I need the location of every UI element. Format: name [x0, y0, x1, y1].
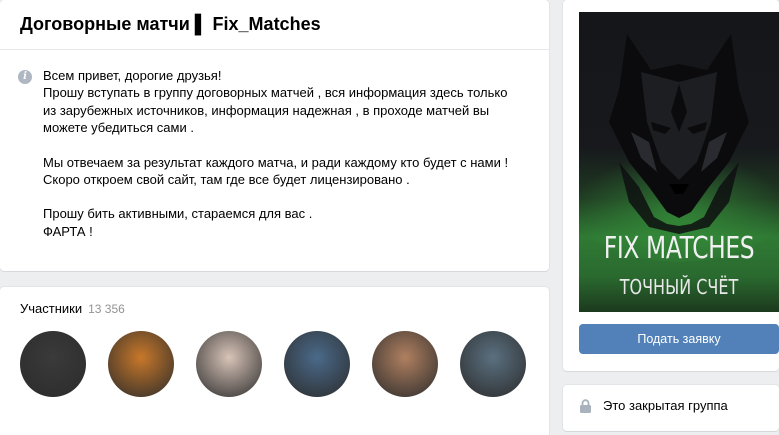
description-line: Скоро откроем свой сайт, там где все буд…	[43, 172, 410, 188]
closed-group-label: Это закрытая группа	[603, 398, 728, 413]
closed-group-info: Это закрытая группа	[579, 398, 728, 413]
avatar[interactable]	[108, 331, 174, 397]
cover-title: FIX MATCHES	[603, 231, 755, 266]
description-line: Прошу бить активными, стараемся для вас …	[43, 206, 313, 222]
members-header[interactable]: Участники 13 356	[0, 287, 549, 316]
description-line: из зарубежных источников, информация над…	[43, 102, 490, 118]
description-line: Прошу вступать в группу договорных матче…	[43, 85, 508, 101]
avatar[interactable]	[372, 331, 438, 397]
members-count: 13 356	[88, 302, 125, 316]
members-card: Участники 13 356	[0, 287, 549, 435]
avatar[interactable]	[20, 331, 86, 397]
group-cover-image[interactable]: FIX MATCHES ТОЧНЫЙ СЧЁТ	[579, 12, 779, 312]
avatar[interactable]	[460, 331, 526, 397]
avatar[interactable]	[284, 331, 350, 397]
description-line: можете убедиться сами .	[43, 120, 194, 136]
members-title[interactable]: Участники	[20, 301, 82, 316]
description-line: Всем привет, дорогие друзья!	[43, 68, 222, 83]
lock-icon	[580, 398, 591, 413]
cover-subtitle: ТОЧНЫЙ СЧЁТ	[619, 275, 739, 299]
group-description: i Всем привет, дорогие друзья! Прошу вст…	[0, 50, 549, 240]
info-icon: i	[18, 70, 32, 84]
join-request-button[interactable]: Подать заявку	[579, 324, 779, 354]
avatar[interactable]	[196, 331, 262, 397]
page-title: Договорные матчи ▌ Fix_Matches	[20, 14, 321, 34]
description-line: Мы отвечаем за результат каждого матча, …	[43, 154, 509, 170]
closed-group-card: Это закрытая группа	[563, 385, 779, 431]
group-cover-card: FIX MATCHES ТОЧНЫЙ СЧЁТ Подать заявку	[563, 0, 779, 371]
description-line: ФАРТА !	[43, 223, 93, 239]
members-avatars	[20, 331, 526, 397]
group-info-card: Договорные матчи ▌ Fix_Matches i Всем пр…	[0, 0, 549, 271]
wolf-logo	[579, 34, 779, 262]
group-header: Договорные матчи ▌ Fix_Matches	[0, 0, 549, 50]
